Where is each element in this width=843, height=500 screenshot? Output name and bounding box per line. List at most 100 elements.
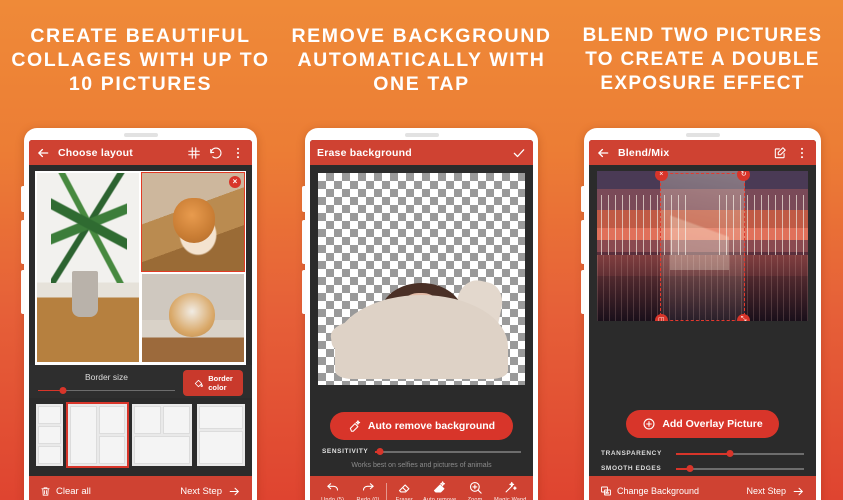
woman-lying-down-cutout <box>329 256 509 379</box>
border-color-button[interactable]: Border color <box>183 370 243 396</box>
next-step-label: Next Step <box>180 485 222 497</box>
collage-cell-fluffy-cat[interactable] <box>142 274 244 362</box>
edit-square-icon[interactable] <box>773 146 787 160</box>
layout-option-top-split-bottom-wide[interactable] <box>132 404 192 466</box>
panel-choose-layout: CREATE BEAUTIFUL COLLAGES WITH UP TO 10 … <box>0 0 281 500</box>
border-size-label: Border size <box>85 371 128 382</box>
erase-hint-text: Works best on selfies and pictures of an… <box>310 456 533 476</box>
arrow-left-icon[interactable] <box>596 146 610 160</box>
sensitivity-label: SENSITIVITY <box>322 448 369 455</box>
smooth-edges-control: SMOOTH EDGES <box>589 461 816 476</box>
add-overlay-area: Add Overlay Picture <box>589 400 816 446</box>
appbar-title: Choose layout <box>58 146 133 159</box>
harbor-sunset-blend-canvas[interactable]: × ↻ ◫ ⤡ <box>597 171 808 321</box>
transparency-slider[interactable] <box>676 449 804 458</box>
panel-3-headline: BLEND TWO PICTURES TO CREATE A DOUBLE EX… <box>582 25 823 94</box>
phone-side-button-volume-up <box>301 220 306 264</box>
undo-icon <box>325 480 340 495</box>
photo-fluffy-cat <box>142 274 244 362</box>
tool-eraser[interactable]: Eraser <box>387 480 422 500</box>
transparency-control: TRANSPARENCY <box>589 446 816 461</box>
appbar-choose-layout: Choose layout <box>29 140 252 165</box>
phone-side-button-silent <box>580 186 585 212</box>
border-color-label-line1: Border <box>208 374 233 383</box>
next-step-button-1[interactable]: Next Step <box>180 485 241 498</box>
app-store-screenshot-set: CREATE BEAUTIFUL COLLAGES WITH UP TO 10 … <box>0 0 843 500</box>
slider-knob[interactable] <box>686 465 694 472</box>
clear-all-button[interactable]: Clear all <box>40 486 91 497</box>
layout-option-two-rows[interactable] <box>196 404 245 466</box>
arrow-left-icon[interactable] <box>36 146 50 160</box>
phone-speaker-grille <box>685 132 720 137</box>
layout-option-three-rows[interactable] <box>36 404 63 466</box>
add-overlay-label: Add Overlay Picture <box>662 418 763 430</box>
zoom-in-icon <box>468 480 483 495</box>
close-handle[interactable]: × <box>654 171 668 181</box>
arrow-right-icon <box>228 485 241 498</box>
collage-cell-orange-cat[interactable]: × <box>141 172 245 272</box>
border-size-slider[interactable] <box>38 386 175 395</box>
bottom-bar-3: Change Background Next Step <box>589 476 816 500</box>
phone-mockup-2: Erase background Auto remove background … <box>301 128 538 500</box>
tool-undo[interactable]: Undo (5) <box>315 480 350 500</box>
smooth-edges-slider[interactable] <box>676 464 804 473</box>
change-background-label: Change Background <box>617 486 700 496</box>
change-background-button[interactable]: Change Background <box>600 485 699 497</box>
remove-photo-icon[interactable]: × <box>229 176 241 188</box>
tool-auto-remove[interactable]: Auto remove <box>422 480 457 500</box>
rotate-handle[interactable]: ↻ <box>737 171 751 181</box>
arrow-right-icon <box>792 485 805 498</box>
check-icon[interactable] <box>512 146 526 160</box>
magic-eraser-icon <box>348 419 362 433</box>
grid-icon[interactable] <box>187 146 201 160</box>
redo-icon <box>361 480 376 495</box>
trash-icon <box>40 486 51 497</box>
erase-canvas-area[interactable] <box>310 165 533 403</box>
layout-option-left-tall-right-split[interactable] <box>65 402 130 468</box>
sensitivity-control: SENSITIVITY <box>310 445 533 456</box>
collage-area: × <box>29 165 252 365</box>
slider-knob[interactable] <box>376 448 384 455</box>
phone-side-button-volume-down <box>580 270 585 314</box>
plus-circle-icon <box>642 417 656 431</box>
slider-fill <box>676 453 730 455</box>
photo-plant-room <box>37 173 139 362</box>
overlay-selection-box[interactable]: × ↻ ◫ ⤡ <box>654 171 751 321</box>
next-step-button-3[interactable]: Next Step <box>746 485 805 498</box>
slider-track <box>375 451 521 453</box>
phone-side-button-volume-up <box>580 220 585 264</box>
tool-redo[interactable]: Redo (0) <box>350 480 385 500</box>
phone-side-button-silent <box>301 186 306 212</box>
panel-erase-background: REMOVE BACKGROUND AUTOMATICALLY WITH ONE… <box>281 0 562 500</box>
blend-canvas-area[interactable]: × ↻ ◫ ⤡ <box>589 165 816 400</box>
phone-screen-3: Blend/Mix × ↻ ◫ ⤡ Add Overlay Picture TR… <box>589 140 816 500</box>
sensitivity-slider[interactable] <box>375 447 521 456</box>
flip-handle[interactable]: ◫ <box>654 313 668 321</box>
auto-remove-background-button[interactable]: Auto remove background <box>329 412 514 440</box>
tool-zoom[interactable]: Zoom <box>457 480 492 500</box>
appbar-blend-mix: Blend/Mix <box>589 140 816 165</box>
erase-toolbar: Undo (5) Redo (0) Eraser Auto remove Zoo… <box>310 476 533 500</box>
border-color-label-line2: color <box>208 383 227 392</box>
more-vertical-icon[interactable] <box>795 146 809 160</box>
phone-side-button-silent <box>20 186 25 212</box>
next-step-label: Next Step <box>746 486 786 496</box>
bottom-bar-1: Clear all Next Step <box>29 476 252 500</box>
auto-remove-area: Auto remove background <box>310 403 533 445</box>
panel-1-headline: CREATE BEAUTIFUL COLLAGES WITH UP TO 10 … <box>11 25 270 95</box>
tool-magic-wand[interactable]: Magic Wand <box>493 480 528 500</box>
panel-blend-mix: BLEND TWO PICTURES TO CREATE A DOUBLE EX… <box>562 0 843 500</box>
paint-bucket-icon <box>193 378 204 389</box>
rotate-icon[interactable] <box>209 146 223 160</box>
slider-knob[interactable] <box>59 386 67 394</box>
phone-speaker-grille <box>404 132 439 137</box>
eraser-icon <box>397 480 412 495</box>
more-vertical-icon[interactable] <box>231 146 245 160</box>
transparency-checkerboard-canvas[interactable] <box>318 173 525 385</box>
appbar-erase-background: Erase background <box>310 140 533 165</box>
collage-cell-plant-room[interactable] <box>37 173 139 362</box>
panel-2-headline: REMOVE BACKGROUND AUTOMATICALLY WITH ONE… <box>291 25 552 95</box>
add-overlay-picture-button[interactable]: Add Overlay Picture <box>626 410 779 438</box>
slider-knob[interactable] <box>726 450 734 457</box>
phone-mockup-3: Blend/Mix × ↻ ◫ ⤡ Add Overlay Picture TR… <box>580 128 821 500</box>
